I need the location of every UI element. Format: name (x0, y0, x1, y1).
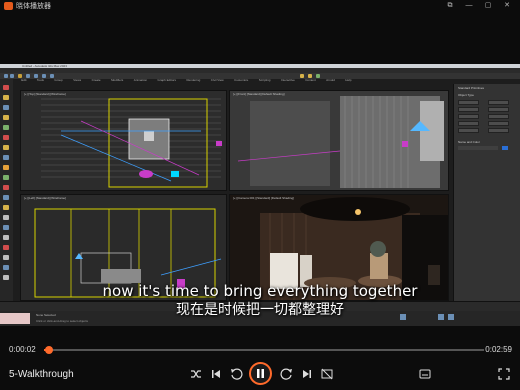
prompt-line: Click or click-and-drag to select object… (36, 319, 89, 323)
tool-icon (3, 95, 9, 100)
torus-button[interactable] (458, 121, 479, 126)
redo-icon (10, 74, 14, 78)
render-setup-icon (300, 74, 304, 78)
tool-icon (3, 135, 9, 140)
app-logo-icon (4, 2, 13, 10)
cylinder-button[interactable] (458, 114, 479, 119)
panel-title: Standard Primitives (458, 86, 485, 90)
teapot-button[interactable] (458, 128, 479, 133)
tool-icon (3, 115, 9, 120)
tool-icon (3, 275, 9, 280)
color-swatch[interactable] (502, 146, 508, 150)
tool-icon (3, 225, 9, 230)
maximize-button[interactable]: ▢ (480, 0, 496, 12)
viewport-label: [+] [Front] [Standard] [Default Shading] (233, 92, 285, 96)
viewport-label: [+] [Top] [Standard] [Wireframe] (24, 92, 66, 96)
tool-icon (3, 125, 9, 130)
name-field[interactable] (458, 146, 498, 150)
current-time: 0:00:02 (9, 345, 36, 354)
tool-icon (3, 105, 9, 110)
max-main-toolbar (0, 73, 520, 79)
cast-off-icon[interactable] (320, 367, 334, 381)
tool-icon (3, 85, 9, 90)
window-title: 晓体播放器 (16, 3, 51, 10)
cone-button[interactable] (488, 100, 509, 105)
play-pause-button[interactable] (249, 362, 272, 385)
close-button[interactable]: ✕ (499, 0, 515, 12)
left-toolbar (0, 79, 13, 301)
fullscreen-icon[interactable] (497, 367, 511, 381)
tool-icon (3, 195, 9, 200)
viewport-top[interactable]: [+] [Top] [Standard] [Wireframe] (20, 90, 227, 191)
rotate-icon (42, 74, 46, 78)
forward-30-icon[interactable] (280, 367, 294, 381)
geosphere-button[interactable] (488, 107, 509, 112)
tube-button[interactable] (488, 114, 509, 119)
window-titlebar: 晓体播放器 ⧉ — ▢ ✕ (0, 0, 520, 12)
front-view-render (230, 91, 448, 190)
tool-icon (3, 145, 9, 150)
select-icon (26, 74, 30, 78)
material-editor-icon (316, 74, 320, 78)
minimize-button[interactable]: — (461, 0, 477, 12)
skip-next-icon[interactable] (300, 367, 314, 381)
panel-section: Object Type (458, 93, 474, 97)
box-button[interactable] (458, 100, 479, 105)
tool-icon (3, 165, 9, 170)
pause-icon (257, 369, 264, 378)
tool-icon (3, 215, 9, 220)
render-icon (308, 74, 312, 78)
subtitles-icon[interactable] (418, 367, 432, 381)
tool-icon (3, 265, 9, 270)
video-title: 5-Walkthrough (9, 369, 74, 380)
tool-icon (3, 175, 9, 180)
viewport-front[interactable]: [+] [Front] [Standard] [Default Shading] (229, 90, 449, 191)
viewport-label: [+] [Left] [Standard] [Wireframe] (24, 196, 66, 200)
tool-icon (3, 245, 9, 250)
move-icon (34, 74, 38, 78)
tool-icon (3, 205, 9, 210)
tool-icon (3, 185, 9, 190)
tool-icon (3, 255, 9, 260)
total-time: 0:02:59 (485, 345, 512, 354)
tool-icon (3, 155, 9, 160)
pyramid-button[interactable] (488, 121, 509, 126)
link-icon (18, 74, 22, 78)
pip-button[interactable]: ⧉ (442, 0, 458, 12)
panel-section: Name and Color (458, 140, 480, 144)
subtitle-english: now it's time to bring everything togeth… (102, 282, 418, 300)
viewport-label: [+] [Camera 001] [Standard] [Default Sha… (233, 196, 294, 200)
sphere-button[interactable] (458, 107, 479, 112)
subtitle-chinese: 现在是时候把一切都整理好 (176, 302, 344, 318)
shuffle-icon[interactable] (189, 367, 203, 381)
plane-button[interactable] (488, 128, 509, 133)
command-panel: Standard Primitives Object Type Name and… (453, 84, 520, 301)
rewind-10-icon[interactable] (229, 367, 243, 381)
seek-bar[interactable] (44, 346, 484, 354)
skip-previous-icon[interactable] (209, 367, 223, 381)
top-view-wireframe (41, 98, 222, 188)
tool-icon (3, 235, 9, 240)
seek-handle[interactable] (44, 346, 53, 354)
scale-icon (50, 74, 54, 78)
undo-icon (4, 74, 8, 78)
